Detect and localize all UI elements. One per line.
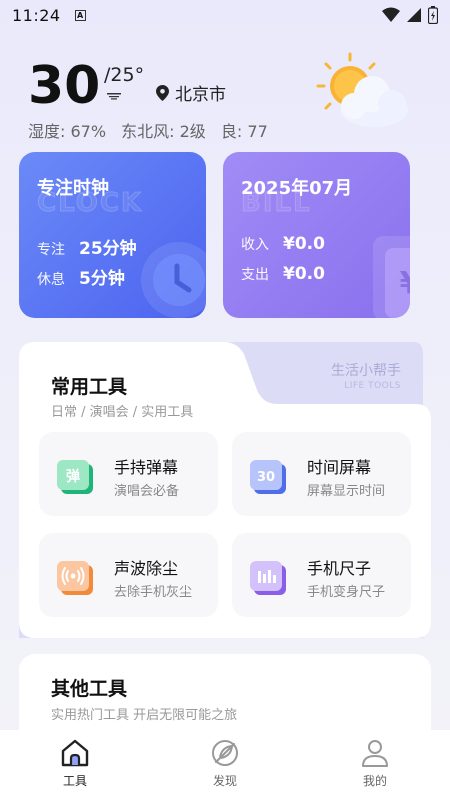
life-tools-label: LIFE TOOLS — [344, 381, 401, 391]
bill-card-title: 2025年07月 — [241, 178, 353, 199]
nav-tools[interactable]: 工具 — [0, 730, 150, 800]
current-temperature: 30 — [28, 60, 101, 104]
status-time: 11:24 — [12, 5, 61, 25]
tool-name: 声波除尘 — [114, 559, 179, 578]
tool-handheld-barrage[interactable]: 弹 手持弹幕 演唱会必备 — [39, 432, 218, 516]
focus-card-title: 专注时钟 — [37, 178, 109, 199]
common-tools-panel: 常用工具 日常 / 演唱会 / 实用工具 生活小帮手 LIFE TOOLS 弹 … — [19, 342, 431, 638]
sonic-wave-icon — [57, 561, 93, 595]
weather-small-text — [106, 92, 122, 103]
nav-profile[interactable]: 我的 — [300, 730, 450, 800]
focus-value: 25分钟 — [79, 239, 137, 259]
clock-icon — [141, 242, 206, 318]
tool-desc: 屏幕显示时间 — [307, 484, 386, 499]
income-label: 收入 — [241, 237, 269, 253]
battery-icon — [428, 6, 438, 24]
income-value: ¥0.0 — [283, 234, 325, 254]
wifi-icon — [382, 7, 400, 22]
expense-value: ¥0.0 — [283, 264, 325, 284]
ruler-bars-icon — [250, 561, 286, 595]
tool-name: 手机尺子 — [307, 559, 372, 578]
weather-small-icon — [107, 93, 121, 100]
other-tools-subtitle: 实用热门工具 开启无限可能之旅 — [51, 708, 238, 723]
wind: 东北风: 2级 — [121, 122, 206, 141]
nav-label: 发现 — [212, 774, 237, 788]
income-row: 收入 ¥0.0 — [241, 234, 325, 254]
status-icons — [382, 6, 438, 24]
location[interactable]: 北京市 — [156, 80, 226, 105]
discover-icon — [212, 740, 238, 766]
tool-name: 手持弹幕 — [114, 458, 179, 477]
rest-label: 休息 — [37, 272, 65, 288]
sun-cloud-icon — [316, 52, 408, 127]
rest-value: 5分钟 — [79, 269, 125, 289]
status-bar: 11:24 A — [0, 0, 450, 30]
air-quality: 良: 77 — [220, 122, 268, 141]
tools-subtitle: 日常 / 演唱会 / 实用工具 — [51, 405, 194, 420]
bottom-nav: 工具 发现 我的 — [0, 730, 450, 800]
tool-desc: 手机变身尺子 — [307, 585, 386, 600]
life-helper-label: 生活小帮手 — [331, 363, 401, 379]
tool-desc: 演唱会必备 — [114, 484, 180, 499]
notification-a-icon: A — [74, 9, 86, 21]
time-screen-icon: 30 — [250, 460, 286, 494]
cell-signal-icon — [407, 8, 421, 22]
rest-row: 休息 5分钟 — [37, 264, 125, 289]
nav-label: 工具 — [62, 774, 87, 788]
yen-symbol: ¥ — [385, 248, 410, 318]
yen-wallet-icon: ¥ — [373, 236, 410, 318]
focus-clock-card[interactable]: CLOCK 专注时钟 专注 25分钟 休息 5分钟 — [19, 152, 206, 318]
svg-text:弹: 弹 — [66, 468, 80, 485]
other-tools-title: 其他工具 — [51, 678, 128, 700]
tool-phone-ruler[interactable]: 手机尺子 手机变身尺子 — [232, 533, 411, 617]
humidity: 湿度: 67% — [28, 122, 107, 141]
tool-desc: 去除手机灰尘 — [114, 585, 193, 600]
nav-discover[interactable]: 发现 — [150, 730, 300, 800]
nav-label: 我的 — [362, 774, 387, 788]
expense-label: 支出 — [241, 267, 269, 283]
location-pin-icon — [156, 84, 169, 101]
focus-label: 专注 — [37, 242, 65, 258]
svg-text:30: 30 — [257, 470, 275, 485]
focus-row: 专注 25分钟 — [37, 234, 137, 259]
tool-name: 时间屏幕 — [307, 458, 372, 477]
barrage-icon: 弹 — [57, 460, 93, 494]
expense-row: 支出 ¥0.0 — [241, 264, 325, 284]
weather-details: 湿度: 67% 东北风: 2级 良: 77 — [28, 118, 278, 142]
home-icon — [61, 739, 89, 767]
tool-time-screen[interactable]: 30 时间屏幕 屏幕显示时间 — [232, 432, 411, 516]
user-icon — [362, 740, 388, 767]
tools-title: 常用工具 — [51, 376, 128, 398]
tool-sonic-dust[interactable]: 声波除尘 去除手机灰尘 — [39, 533, 218, 617]
temperature-range: /25° — [104, 64, 145, 86]
bill-card[interactable]: BILL 2025年07月 收入 ¥0.0 支出 ¥0.0 ¥ — [223, 152, 410, 318]
location-name: 北京市 — [175, 85, 226, 105]
